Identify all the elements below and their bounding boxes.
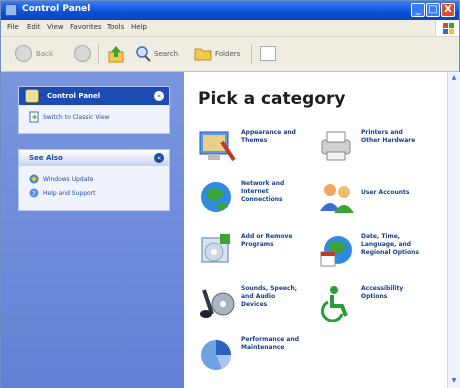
title-bar[interactable]: Control Panel _ □ X (1, 1, 459, 20)
main-area: Control Panel « Switch to Classic View S… (1, 72, 460, 388)
category-appearance-and-themes[interactable]: Appearance and Themes (198, 128, 308, 168)
menu-edit[interactable]: Edit (27, 23, 41, 31)
switch-to-classic-view-link[interactable]: Switch to Classic View (43, 114, 110, 121)
back-arrow-icon[interactable] (15, 45, 32, 62)
folders-button-label[interactable]: Folders (215, 50, 240, 58)
menu-help[interactable]: Help (131, 23, 147, 31)
minimize-button[interactable]: _ (411, 3, 425, 17)
accessibility-icon (320, 286, 348, 322)
menu-bar: File Edit View Favorites Tools Help (1, 20, 459, 37)
control-panel-box: Control Panel « Switch to Classic View (18, 86, 170, 134)
category-label: Date, Time, Language, and Regional Optio… (361, 233, 419, 256)
help-and-support-icon: ? (29, 188, 39, 198)
category-performance-maintenance[interactable]: Performance and Maintenance (198, 335, 308, 379)
task-pane: Control Panel « Switch to Classic View S… (1, 72, 184, 388)
sounds-icon (200, 289, 235, 318)
category-label: Network and Internet Connections (241, 180, 285, 203)
control-panel-box-title: Control Panel (47, 92, 101, 100)
category-label: Add or Remove Programs (241, 233, 293, 248)
back-button-label[interactable]: Back (36, 50, 53, 58)
scroll-down-arrow-icon[interactable]: ▼ (449, 376, 459, 386)
views-icon[interactable] (260, 46, 276, 61)
menu-favorites[interactable]: Favorites (70, 23, 102, 31)
window-title: Control Panel (22, 4, 91, 14)
category-label: Sounds, Speech, and Audio Devices (241, 285, 298, 308)
page-title: Pick a category (198, 89, 346, 109)
performance-icon (201, 340, 232, 370)
chevron-up-icon[interactable]: « (154, 91, 164, 101)
up-folder-icon[interactable] (108, 45, 124, 63)
switch-view-icon (29, 111, 39, 123)
category-sounds-speech-audio[interactable]: Sounds, Speech, and Audio Devices (198, 284, 308, 324)
control-panel-icon (5, 4, 17, 16)
close-button[interactable]: X (441, 3, 455, 17)
see-also-header[interactable]: See Also « (19, 150, 169, 166)
control-panel-box-header[interactable]: Control Panel « (19, 87, 169, 105)
toolbar-separator (98, 44, 99, 64)
category-label: User Accounts (361, 189, 410, 196)
category-accessibility[interactable]: Accessibility Options (318, 284, 438, 324)
category-label: Appearance and Themes (241, 129, 296, 144)
search-button-label[interactable]: Search (154, 50, 178, 58)
menu-file[interactable]: File (7, 23, 19, 31)
appearance-icon (199, 131, 236, 162)
toolbar-separator (251, 44, 252, 64)
category-add-remove-programs[interactable]: Add or Remove Programs (198, 232, 308, 272)
date-time-icon (320, 236, 352, 267)
category-label: Printers and Other Hardware (361, 129, 416, 144)
chevron-up-icon[interactable]: « (154, 153, 164, 163)
windows-update-icon (29, 174, 39, 184)
windows-update-link[interactable]: Windows Update (43, 176, 93, 183)
menu-tools[interactable]: Tools (107, 23, 124, 31)
control-panel-icon (25, 89, 39, 103)
svg-text:?: ? (32, 190, 36, 198)
users-icon (320, 184, 354, 213)
category-user-accounts[interactable]: User Accounts (318, 179, 438, 219)
category-label: Performance and Maintenance (241, 336, 300, 351)
scroll-up-arrow-icon[interactable]: ▲ (449, 73, 459, 83)
search-icon[interactable] (135, 45, 151, 63)
windows-logo-icon (435, 20, 459, 36)
see-also-box: See Also « Windows Update ? Help and Sup… (18, 149, 170, 211)
add-remove-icon (201, 234, 230, 263)
category-view: Pick a category Appearance and Themes Pr… (184, 72, 459, 388)
control-panel-window: Control Panel _ □ X File Edit View Favor… (0, 0, 460, 388)
forward-arrow-icon[interactable] (74, 45, 91, 62)
toolbar: Back Search Folders (1, 37, 459, 72)
printers-icon (321, 131, 351, 161)
help-and-support-link[interactable]: Help and Support (43, 190, 96, 197)
maximize-button[interactable]: □ (426, 3, 440, 17)
menu-view[interactable]: View (47, 23, 64, 31)
category-printers-and-hardware[interactable]: Printers and Other Hardware (318, 128, 438, 168)
category-date-time-language[interactable]: Date, Time, Language, and Regional Optio… (318, 232, 438, 276)
category-label: Accessibility Options (361, 285, 404, 300)
vertical-scrollbar[interactable]: ▲ ▼ (447, 72, 460, 388)
see-also-title: See Also (29, 154, 63, 162)
category-network-and-internet[interactable]: Network and Internet Connections (198, 179, 308, 219)
folders-icon[interactable] (194, 46, 212, 61)
network-icon (201, 182, 231, 212)
